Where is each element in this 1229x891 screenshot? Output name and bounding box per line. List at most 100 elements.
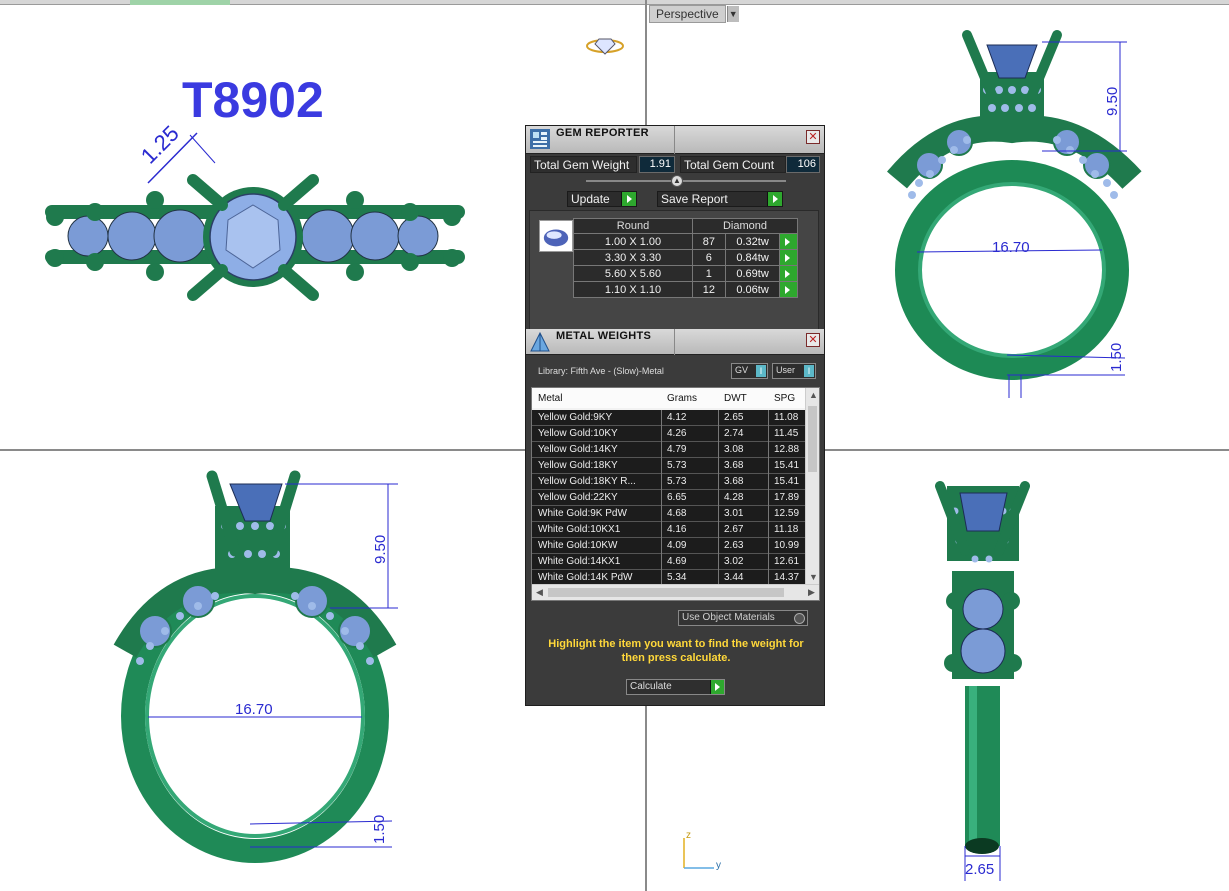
metal-row[interactable]: Yellow Gold:18KY R... 5.73 3.68 15.41: [532, 474, 807, 490]
axis-y-label: y: [716, 860, 721, 871]
size-slider-handle[interactable]: ▲: [671, 175, 683, 187]
dim-shank-end: 2.65: [965, 861, 994, 878]
size-slider-track[interactable]: [586, 180, 786, 182]
dim-height-side: 9.50: [372, 535, 389, 564]
gem-weight: 0.84tw: [724, 249, 781, 266]
col-metal[interactable]: Metal: [538, 393, 562, 404]
gem-weight: 0.69tw: [724, 265, 781, 282]
close-icon[interactable]: ✕: [806, 130, 820, 144]
gem-reporter-title: GEM REPORTER: [556, 127, 649, 139]
metal-grams: 4.12: [667, 412, 687, 423]
metal-grams: 5.34: [667, 572, 687, 583]
scroll-right-icon[interactable]: ▶: [808, 587, 815, 598]
metal-row[interactable]: Yellow Gold:14KY 4.79 3.08 12.88: [532, 442, 807, 458]
horizontal-scrollbar[interactable]: ◀ ▶: [532, 584, 819, 600]
metal-grams: 4.26: [667, 428, 687, 439]
gem-list-area: Round Diamond 1.00 X 1.00 87 0.32tw 3.30…: [529, 210, 819, 330]
user-toggle[interactable]: User I: [772, 363, 816, 379]
metal-dwt: 3.44: [724, 572, 744, 583]
metal-row[interactable]: Yellow Gold:22KY 6.65 4.28 17.89: [532, 490, 807, 506]
gem-size: 1.10 X 1.10: [573, 281, 693, 298]
dim-height-front: 9.50: [1104, 87, 1121, 116]
metal-row[interactable]: Yellow Gold:10KY 4.26 2.74 11.45: [532, 426, 807, 442]
gv-label: GV: [735, 365, 749, 375]
gem-count: 87: [692, 233, 726, 250]
metal-name: Yellow Gold:10KY: [538, 428, 618, 439]
metal-weights-title: METAL WEIGHTS: [556, 330, 652, 342]
metal-dwt: 3.68: [724, 476, 744, 487]
scroll-down-icon[interactable]: ▼: [809, 572, 818, 582]
metal-table[interactable]: Metal Grams DWT SPG Yellow Gold:9KY 4.12 2…: [531, 387, 820, 601]
metal-grams: 4.16: [667, 524, 687, 535]
calculate-button[interactable]: Calculate: [626, 679, 725, 695]
metal-row[interactable]: White Gold:10KW 4.09 2.63 10.99: [532, 538, 807, 554]
metal-row[interactable]: White Gold:9K PdW 4.68 3.01 12.59: [532, 506, 807, 522]
gem-size: 3.30 X 3.30: [573, 249, 693, 266]
metal-name: White Gold:10KX1: [538, 524, 621, 535]
total-gem-weight-label: Total Gem Weight: [530, 156, 637, 173]
gem-row[interactable]: 1.10 X 1.10 12 0.06tw: [573, 281, 798, 298]
metal-weights-titlebar[interactable]: METAL WEIGHTS ✕: [526, 329, 824, 355]
metal-grams: 6.65: [667, 492, 687, 503]
gem-reporter-titlebar[interactable]: GEM REPORTER ✕: [526, 126, 824, 154]
save-report-button[interactable]: Save Report: [657, 191, 783, 207]
gem-weight: 0.32tw: [724, 233, 781, 250]
horizontal-scroll-thumb[interactable]: [548, 588, 784, 597]
use-object-materials-label: Use Object Materials: [682, 612, 775, 623]
metal-row[interactable]: Yellow Gold:9KY 4.12 2.65 11.08: [532, 410, 807, 426]
select-gem-arrow-icon[interactable]: [779, 249, 798, 266]
gem-table: Round Diamond 1.00 X 1.00 87 0.32tw 3.30…: [573, 218, 798, 298]
col-grams[interactable]: Grams: [667, 393, 697, 404]
metal-grams: 4.09: [667, 540, 687, 551]
dim-band-front: 1.50: [1108, 343, 1125, 372]
radio-icon: [794, 613, 805, 624]
axis-z-label: z: [686, 830, 691, 841]
gem-row[interactable]: 1.00 X 1.00 87 0.32tw: [573, 233, 798, 250]
metal-grams: 4.79: [667, 444, 687, 455]
select-gem-arrow-icon[interactable]: [779, 265, 798, 282]
metal-dwt: 2.74: [724, 428, 744, 439]
metal-dwt: 3.08: [724, 444, 744, 455]
metal-name: Yellow Gold:18KY R...: [538, 476, 636, 487]
metal-dwt: 4.28: [724, 492, 744, 503]
vertical-scroll-thumb[interactable]: [808, 406, 817, 472]
gem-report-icon: [530, 129, 550, 149]
update-button[interactable]: Update: [567, 191, 637, 207]
library-label: Library: Fifth Ave - (Slow)-Metal: [538, 366, 664, 376]
select-gem-arrow-icon[interactable]: [779, 233, 798, 250]
gv-toggle[interactable]: GV I: [731, 363, 768, 379]
calculate-hint: Highlight the item you want to find the …: [548, 638, 804, 664]
metal-dwt: 2.63: [724, 540, 744, 551]
metal-grams: 5.73: [667, 460, 687, 471]
metal-name: Yellow Gold:22KY: [538, 492, 618, 503]
metal-row[interactable]: Yellow Gold:18KY 5.73 3.68 15.41: [532, 458, 807, 474]
gem-row[interactable]: 3.30 X 3.30 6 0.84tw: [573, 249, 798, 266]
metal-grams: 4.69: [667, 556, 687, 567]
update-button-label: Update: [571, 192, 610, 206]
dim-finger-side: 16.70: [235, 701, 273, 718]
use-object-materials-toggle[interactable]: Use Object Materials: [678, 610, 808, 626]
gem-size: 5.60 X 5.60: [573, 265, 693, 282]
model-title: T8902: [182, 72, 324, 128]
play-icon: [621, 192, 636, 206]
round-gem-icon[interactable]: [539, 220, 573, 252]
metal-row[interactable]: White Gold:14KX1 4.69 3.02 12.61: [532, 554, 807, 570]
col-dwt[interactable]: DWT: [724, 393, 747, 404]
metal-row[interactable]: White Gold:10KX1 4.16 2.67 11.18: [532, 522, 807, 538]
gem-row[interactable]: 5.60 X 5.60 1 0.69tw: [573, 265, 798, 282]
metal-name: Yellow Gold:18KY: [538, 460, 618, 471]
close-icon[interactable]: ✕: [806, 333, 820, 347]
col-spg[interactable]: SPG: [774, 393, 795, 404]
scroll-left-icon[interactable]: ◀: [536, 587, 543, 598]
metal-name: White Gold:10KW: [538, 540, 618, 551]
metal-dwt: 3.01: [724, 508, 744, 519]
gem-metal-panel: GEM REPORTER ✕ Total Gem Weight 1.91 Tot…: [525, 125, 825, 706]
gem-col-type: Diamond: [692, 218, 798, 234]
gem-count: 1: [692, 265, 726, 282]
metal-dwt: 2.67: [724, 524, 744, 535]
metal-grams: 5.73: [667, 476, 687, 487]
vertical-scrollbar[interactable]: ▲ ▼: [805, 388, 819, 586]
scroll-up-icon[interactable]: ▲: [809, 390, 818, 400]
gem-count: 12: [692, 281, 726, 298]
select-gem-arrow-icon[interactable]: [779, 281, 798, 298]
